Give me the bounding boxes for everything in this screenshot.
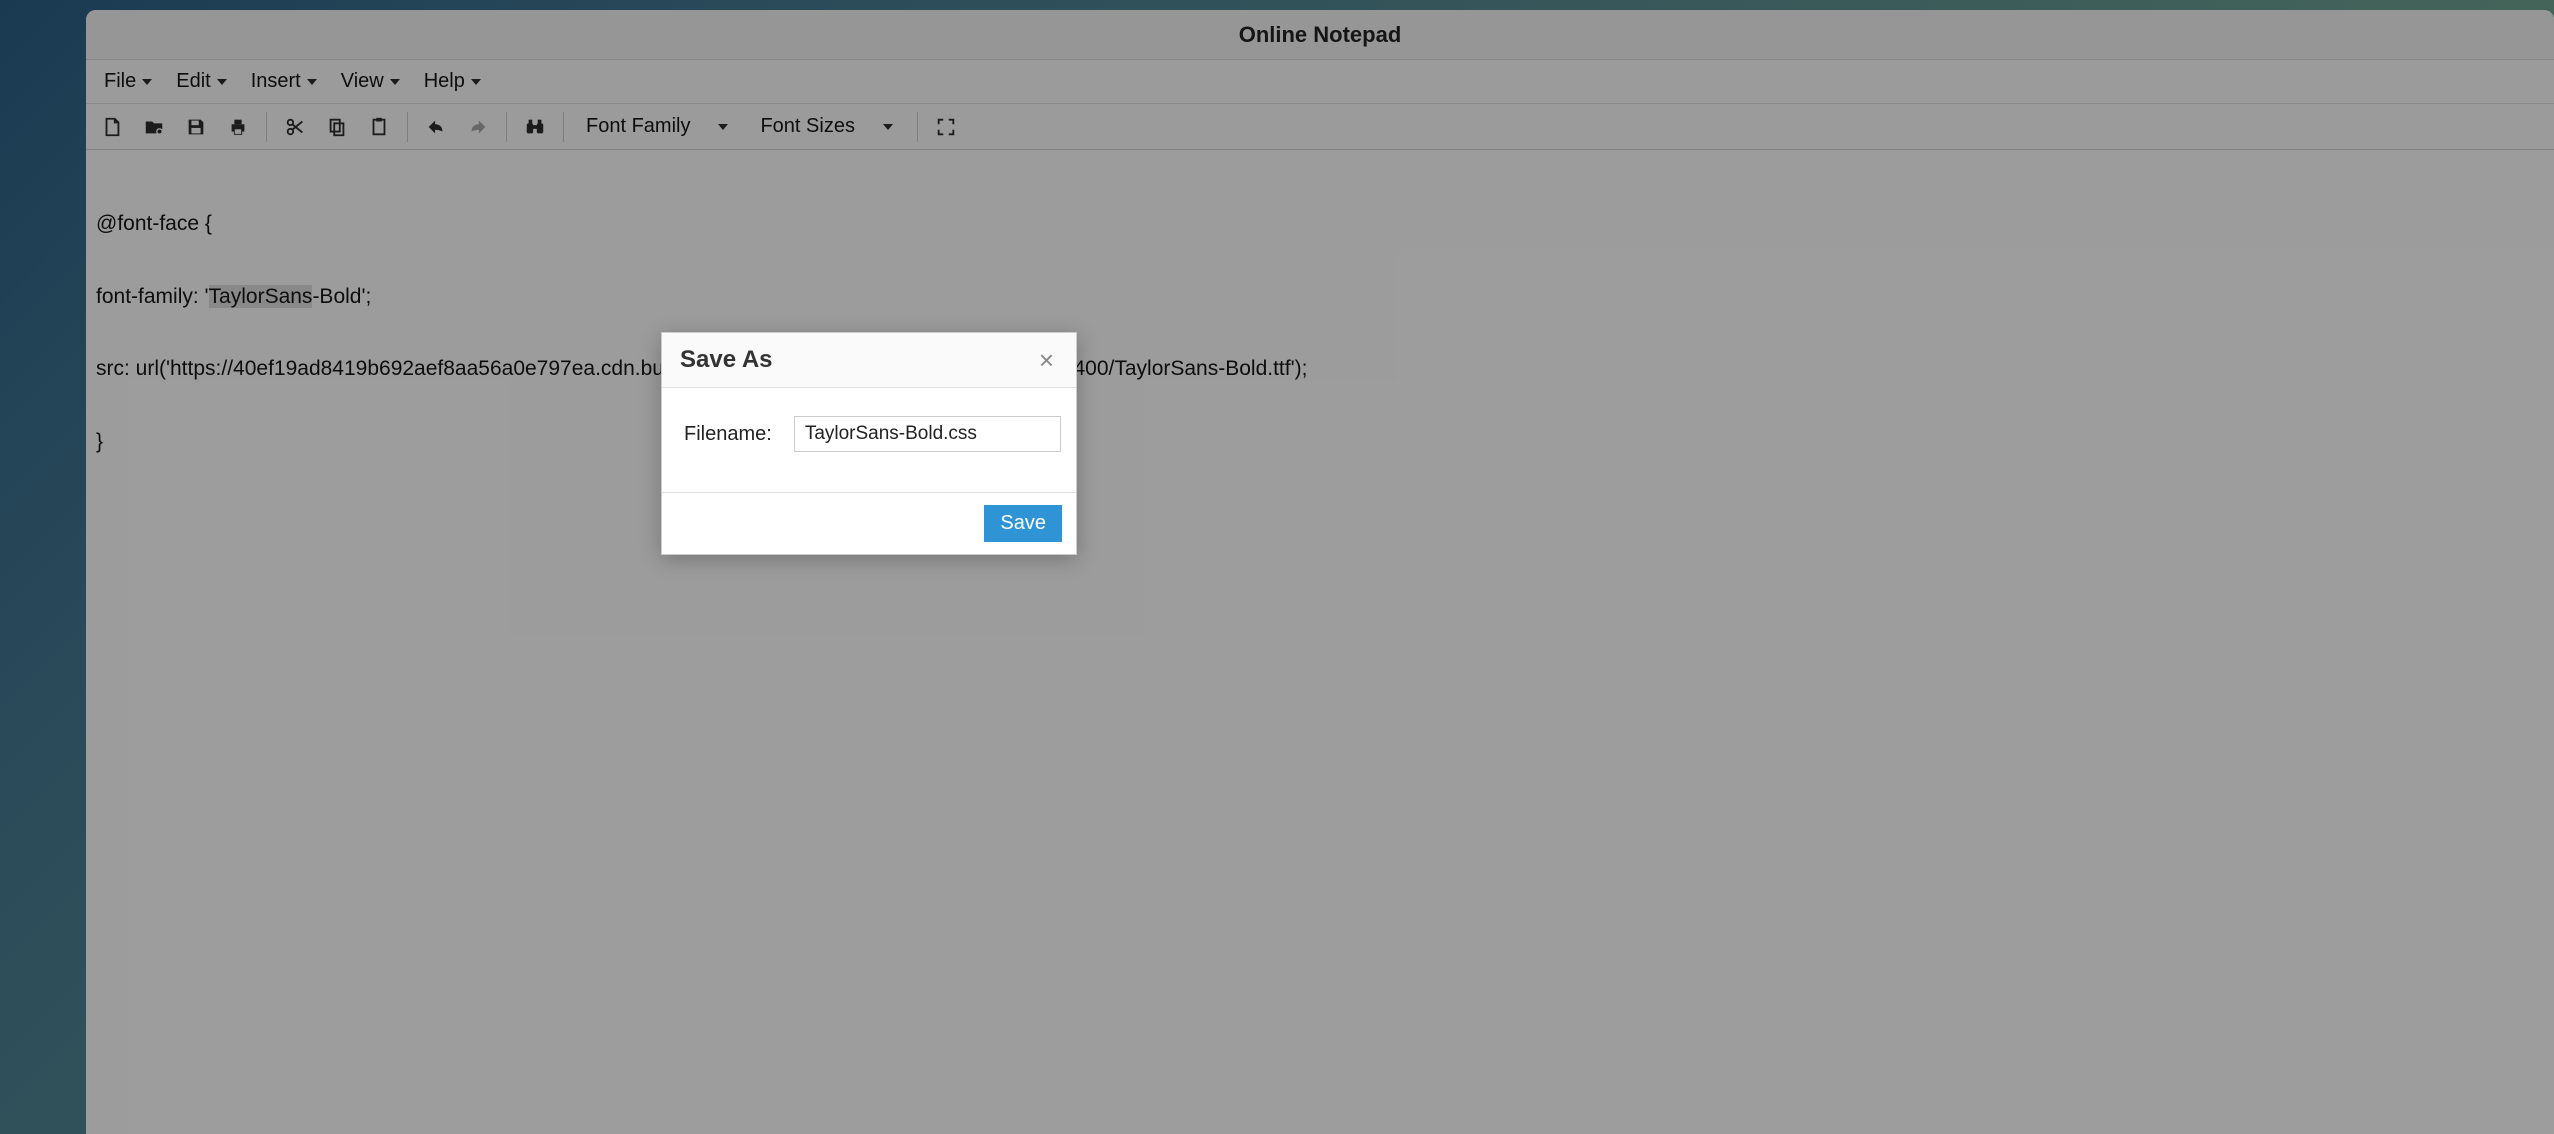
- dialog-footer: Save: [662, 493, 1076, 554]
- dialog-title: Save As: [680, 346, 773, 374]
- close-button[interactable]: ×: [1035, 345, 1058, 375]
- save-as-dialog: Save As × Filename: Save: [661, 332, 1077, 555]
- dialog-body: Filename:: [662, 388, 1076, 493]
- filename-label: Filename:: [684, 423, 772, 446]
- dialog-header: Save As ×: [662, 333, 1076, 388]
- save-confirm-button[interactable]: Save: [984, 505, 1062, 542]
- app-window: Online Notepad File Edit Insert View Hel…: [86, 10, 2554, 1134]
- filename-input[interactable]: [794, 416, 1061, 452]
- modal-overlay: Save As × Filename: Save: [86, 10, 2554, 1134]
